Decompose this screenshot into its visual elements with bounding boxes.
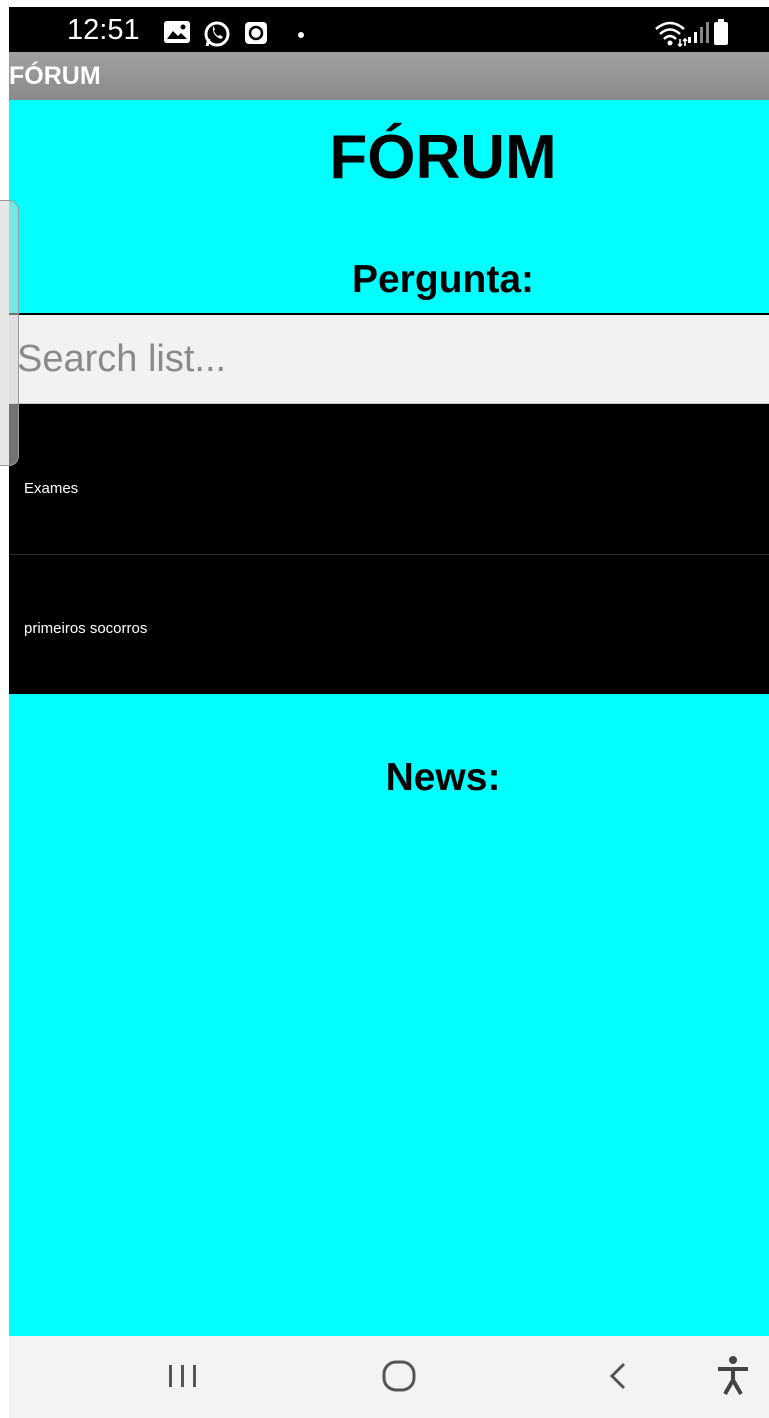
recents-icon[interactable] — [165, 1354, 201, 1398]
question-list: Exames primeiros socorros — [9, 404, 769, 694]
battery-icon — [713, 17, 729, 47]
action-bar: FÓRUM — [9, 52, 769, 100]
signal-icon — [687, 21, 709, 45]
list-item-label: Exames — [24, 480, 79, 497]
dot-icon — [298, 32, 304, 38]
home-icon[interactable] — [379, 1354, 419, 1398]
whatsapp-icon — [202, 19, 232, 49]
search-box — [9, 313, 769, 404]
list-item-label: primeiros socorros — [24, 620, 148, 637]
search-input[interactable] — [17, 329, 757, 389]
news-section: News: — [9, 694, 769, 1336]
navigation-bar — [9, 1336, 769, 1418]
list-item-primeiros-socorros[interactable]: primeiros socorros — [9, 555, 769, 694]
status-bar: 12:51 — [9, 7, 769, 52]
gallery-icon — [164, 21, 190, 43]
status-time: 12:51 — [67, 14, 140, 46]
header-section: FÓRUM Pergunta: — [9, 100, 769, 313]
page-title: FÓRUM — [329, 123, 557, 192]
wifi-icon — [654, 19, 690, 47]
clock-icon — [244, 21, 268, 45]
back-icon[interactable] — [604, 1354, 632, 1398]
screen: 12:51 FÓRUM FÓRUM Pergunta: Search list.… — [0, 0, 769, 1418]
news-heading: News: — [385, 756, 501, 799]
accessibility-icon[interactable] — [715, 1354, 751, 1398]
action-bar-title: FÓRUM — [9, 62, 101, 90]
edge-panel-handle[interactable] — [0, 200, 19, 466]
question-heading: Pergunta: — [351, 258, 534, 301]
list-item-exames[interactable]: Exames — [9, 404, 769, 555]
